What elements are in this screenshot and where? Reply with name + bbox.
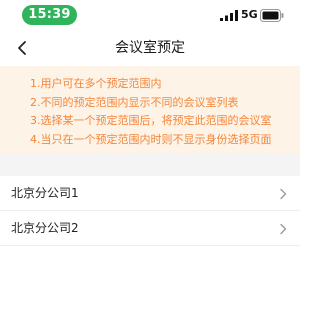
network-type-label: 5G bbox=[241, 8, 258, 21]
list-item-label: 北京分公司2 bbox=[11, 221, 79, 235]
scope-list: 北京分公司1 北京分公司2 bbox=[0, 176, 300, 246]
chevron-right-icon bbox=[280, 223, 287, 235]
battery-icon bbox=[260, 9, 284, 22]
status-bar: 15:39 5G bbox=[0, 0, 300, 30]
chevron-right-icon bbox=[280, 188, 287, 200]
page-title: 会议室预定 bbox=[115, 40, 185, 56]
notice-line-4: 4.当只在一个预定范围内时则不显示身份选择页面 bbox=[30, 132, 272, 146]
status-time: 15:39 bbox=[22, 5, 77, 25]
notice-panel: 1.用户可在多个预定范围内 2.不同的预定范围内显示不同的会议室列表 3.选择某… bbox=[0, 66, 300, 154]
list-item-label: 北京分公司1 bbox=[11, 186, 79, 200]
list-item-beijing-branch-1[interactable]: 北京分公司1 bbox=[0, 176, 300, 211]
section-divider bbox=[0, 154, 300, 176]
notice-line-2: 2.不同的预定范围内显示不同的会议室列表 bbox=[30, 95, 239, 109]
notice-line-1: 1.用户可在多个预定范围内 bbox=[30, 77, 162, 90]
empty-area bbox=[0, 246, 300, 324]
navigation-bar: 会议室预定 bbox=[0, 30, 300, 66]
list-item-beijing-branch-2[interactable]: 北京分公司2 bbox=[0, 211, 300, 246]
screen: 15:39 5G 会议室预定 1.用户可在多个预定范围内 2.不同的预定范围内显… bbox=[0, 0, 300, 324]
notice-line-3: 3.选择某一个预定范围后，将预定此范围的会议室 bbox=[30, 114, 272, 127]
signal-strength-icon bbox=[220, 10, 238, 21]
